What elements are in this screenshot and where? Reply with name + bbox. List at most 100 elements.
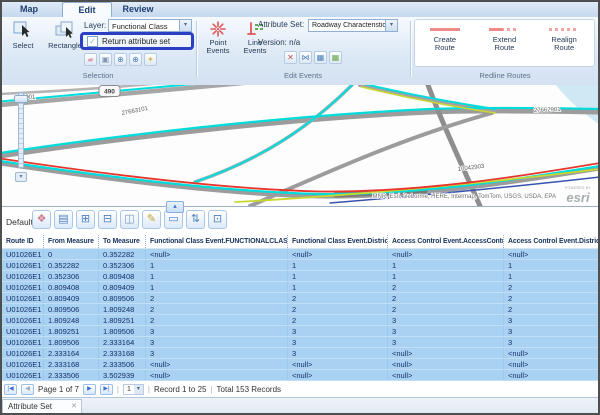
table-cell[interactable]: 2.333164 — [99, 337, 146, 348]
table-cell[interactable]: 0.352306 — [99, 260, 146, 271]
table-cell[interactable]: 2.333168 — [99, 348, 146, 359]
grid-view-label[interactable]: Default — [6, 217, 33, 227]
zoom-to-selected-icon[interactable]: ⊕ — [114, 53, 127, 66]
table-cell[interactable]: 3 — [146, 337, 288, 348]
table-row[interactable]: U01026E12.3335063.502939<null><null><nul… — [2, 370, 599, 381]
table-row[interactable]: U01026E10.3522820.3523061111 — [2, 260, 599, 271]
table-cell[interactable]: 1.809251 — [99, 315, 146, 326]
table-cell[interactable]: <null> — [504, 348, 599, 359]
save-edits-icon[interactable]: ◫ — [120, 210, 139, 229]
table-cell[interactable]: 1.809506 — [44, 337, 99, 348]
table-cell[interactable]: 1 — [504, 260, 599, 271]
table-row[interactable]: U01026E12.3331642.33316833<null><null> — [2, 348, 599, 359]
column-header[interactable]: From Measure — [44, 235, 99, 249]
table-row[interactable]: U01026E11.8095062.3331643333 — [2, 337, 599, 348]
table-cell[interactable]: 0.809409 — [99, 282, 146, 293]
edit-record-icon[interactable]: ✎ — [142, 210, 161, 229]
collapse-table-button[interactable]: ▴ — [166, 201, 184, 213]
table-cell[interactable]: 0.352282 — [44, 260, 99, 271]
table-cell[interactable]: 1 — [388, 271, 504, 282]
table-cell[interactable]: 0.809408 — [99, 271, 146, 282]
table-cell[interactable]: 1.809251 — [44, 326, 99, 337]
table-cell[interactable]: 3.502939 — [99, 370, 146, 381]
table-cell[interactable]: 2 — [146, 304, 288, 315]
page-select-dropdown[interactable]: 1 ▾ — [123, 384, 144, 395]
table-cell[interactable]: 1 — [146, 260, 288, 271]
zoom-slider-button[interactable]: ▾ — [15, 172, 27, 182]
table-cell[interactable]: 0.809408 — [44, 282, 99, 293]
map-view[interactable]: 490 MNR, Esri, DeLorme, HERE, Intermap, … — [0, 85, 600, 206]
table-cell[interactable]: 1 — [146, 282, 288, 293]
table-cell[interactable]: U01026E1 — [2, 293, 44, 304]
table-row[interactable]: U01026E10.8094080.8094091122 — [2, 282, 599, 293]
return-attribute-set-checkbox[interactable]: ✓ — [87, 36, 98, 47]
merge-events-icon[interactable]: ⋈ — [299, 51, 312, 64]
return-attribute-set-label[interactable]: Return attribute set — [102, 37, 170, 46]
attribute-table-icon[interactable]: ▦ — [329, 51, 342, 64]
first-page-button[interactable]: |◀ — [4, 384, 17, 395]
event-table-icon[interactable]: ▦ — [314, 51, 327, 64]
table-cell[interactable]: 1.809506 — [99, 326, 146, 337]
table-cell[interactable]: U01026E1 — [2, 359, 44, 370]
table-cell[interactable]: 3 — [388, 337, 504, 348]
table-cell[interactable]: 2 — [504, 304, 599, 315]
table-cell[interactable]: 1 — [504, 271, 599, 282]
point-events-button[interactable]: Point Events — [200, 20, 236, 55]
table-cell[interactable]: 1 — [288, 282, 388, 293]
table-cell[interactable]: <null> — [288, 359, 388, 370]
table-cell[interactable]: <null> — [288, 249, 388, 260]
show-selected-icon[interactable]: ▤ — [54, 210, 73, 229]
table-cell[interactable]: 3 — [288, 326, 388, 337]
table-cell[interactable]: U01026E1 — [2, 337, 44, 348]
table-cell[interactable]: 1 — [288, 271, 388, 282]
map-zoom-slider[interactable]: ▾ — [14, 88, 28, 182]
table-cell[interactable]: <null> — [504, 370, 599, 381]
table-cell[interactable]: 0.809506 — [44, 304, 99, 315]
table-cell[interactable]: 0 — [44, 249, 99, 260]
table-cell[interactable]: <null> — [388, 359, 504, 370]
table-cell[interactable]: U01026E1 — [2, 370, 44, 381]
realign-route-button[interactable]: RealignRoute — [536, 28, 592, 52]
table-row[interactable]: U01026E100.352282<null><null><null><null… — [2, 249, 599, 260]
column-header[interactable]: Route ID — [2, 235, 44, 249]
close-icon[interactable]: ✕ — [71, 400, 77, 414]
select-button[interactable]: Select — [4, 20, 42, 50]
column-header[interactable]: Functional Class Event.FUNCTIONALCLASS — [146, 235, 288, 249]
table-cell[interactable]: 2 — [388, 282, 504, 293]
table-cell[interactable]: 2.333506 — [44, 370, 99, 381]
column-header[interactable]: Access Control Event.District — [504, 235, 599, 249]
tab-map[interactable]: Map — [12, 3, 46, 16]
chevron-down-icon[interactable]: ▾ — [385, 20, 397, 31]
table-cell[interactable]: <null> — [388, 370, 504, 381]
table-row[interactable]: U01026E10.3523060.8094081111 — [2, 271, 599, 282]
layer-dropdown[interactable]: Functional Class ▾ — [108, 19, 192, 32]
table-cell[interactable]: <null> — [388, 348, 504, 359]
table-cell[interactable]: 2.333168 — [44, 359, 99, 370]
table-cell[interactable]: 2.333164 — [44, 348, 99, 359]
table-cell[interactable]: 1 — [146, 271, 288, 282]
attribute-set-dropdown[interactable]: Roadway Characteristics ▾ — [308, 19, 398, 32]
tab-edit[interactable]: Edit — [62, 2, 112, 18]
tab-review[interactable]: Review — [116, 3, 160, 16]
table-cell[interactable]: 2.333506 — [99, 359, 146, 370]
table-cell[interactable]: 2 — [288, 304, 388, 315]
table-cell[interactable]: U01026E1 — [2, 271, 44, 282]
table-cell[interactable]: 3 — [288, 348, 388, 359]
table-cell[interactable]: <null> — [388, 249, 504, 260]
remove-event-icon[interactable]: ✕ — [284, 51, 297, 64]
table-cell[interactable]: <null> — [504, 359, 599, 370]
table-cell[interactable]: 2 — [388, 304, 504, 315]
clear-selection-icon[interactable]: ▣ — [99, 53, 112, 66]
table-cell[interactable]: <null> — [288, 370, 388, 381]
column-header[interactable]: Access Control Event.AccessControl — [388, 235, 504, 249]
table-cell[interactable]: 0.352306 — [44, 271, 99, 282]
chevron-down-icon[interactable]: ▾ — [134, 385, 143, 394]
table-cell[interactable]: 0.809506 — [99, 293, 146, 304]
extend-route-button[interactable]: ExtendRoute — [476, 28, 532, 52]
next-page-button[interactable]: ▶ — [83, 384, 96, 395]
table-cell[interactable]: U01026E1 — [2, 260, 44, 271]
column-header[interactable]: Functional Class Event.District — [288, 235, 388, 249]
table-cell[interactable]: 3 — [504, 337, 599, 348]
table-cell[interactable]: 1.809248 — [44, 315, 99, 326]
table-cell[interactable]: U01026E1 — [2, 282, 44, 293]
